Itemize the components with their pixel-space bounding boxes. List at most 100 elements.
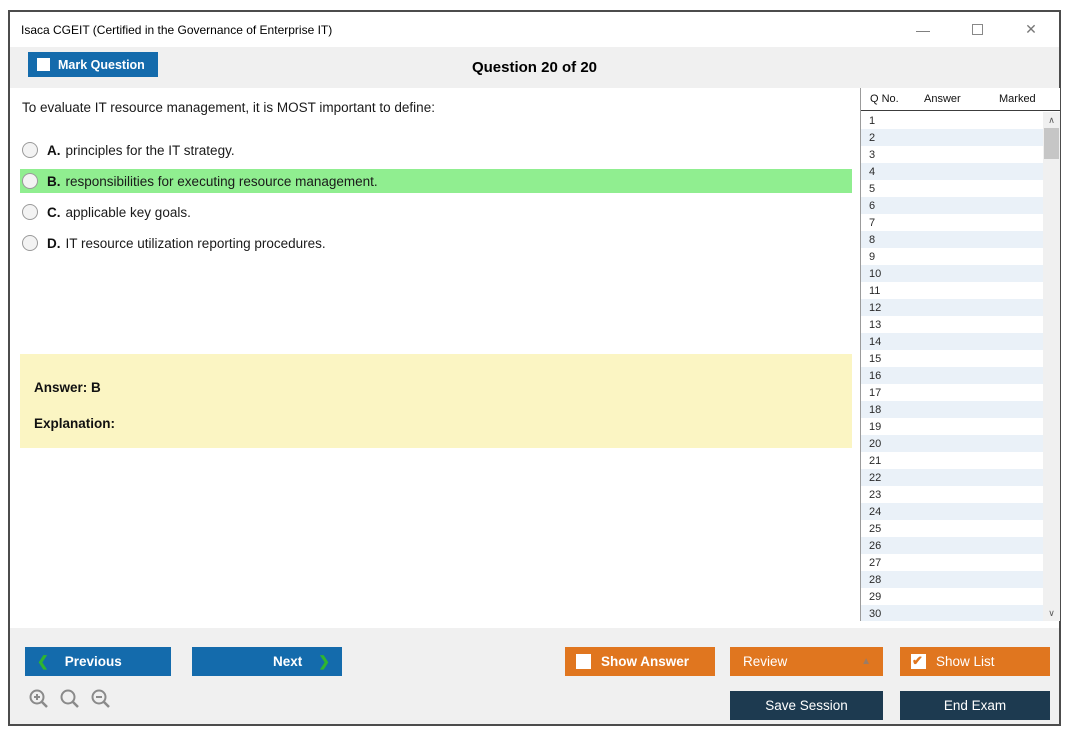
- question-number: 4: [869, 165, 876, 178]
- question-list-row[interactable]: 6: [861, 197, 1043, 214]
- question-number: 18: [869, 403, 882, 416]
- answer-box: Answer: B Explanation:: [20, 354, 852, 448]
- show-list-label: Show List: [936, 654, 995, 669]
- option-letter: B.: [47, 173, 61, 189]
- question-list-row[interactable]: 11: [861, 282, 1043, 299]
- question-list-row[interactable]: 13: [861, 316, 1043, 333]
- question-list-row[interactable]: 20: [861, 435, 1043, 452]
- question-text: To evaluate IT resource management, it i…: [22, 100, 435, 115]
- option-a[interactable]: A. principles for the IT strategy.: [20, 138, 852, 162]
- question-number: 6: [869, 199, 876, 212]
- question-number: 24: [869, 505, 882, 518]
- show-list-checkbox[interactable]: [911, 653, 926, 669]
- close-button[interactable]: ✕: [1021, 21, 1041, 38]
- question-list-row[interactable]: 1: [861, 112, 1043, 129]
- previous-button[interactable]: ❮ Previous: [25, 647, 171, 676]
- question-number: 29: [869, 590, 882, 603]
- question-list-row[interactable]: 30: [861, 605, 1043, 621]
- question-list-row[interactable]: 27: [861, 554, 1043, 571]
- zoom-reset-icon[interactable]: [59, 688, 81, 710]
- option-letter: D.: [47, 235, 61, 251]
- review-button[interactable]: Review ▲: [730, 647, 883, 676]
- option-b[interactable]: B. responsibilities for executing resour…: [20, 169, 852, 193]
- question-number: 19: [869, 420, 882, 433]
- question-list-row[interactable]: 15: [861, 350, 1043, 367]
- question-list-row[interactable]: 26: [861, 537, 1043, 554]
- next-button[interactable]: Next ❯: [192, 647, 342, 676]
- scroll-up-button[interactable]: ∧: [1043, 112, 1060, 128]
- save-session-button[interactable]: Save Session: [730, 691, 883, 720]
- scroll-thumb[interactable]: [1044, 128, 1059, 159]
- question-list-row[interactable]: 2: [861, 129, 1043, 146]
- question-list-row[interactable]: 23: [861, 486, 1043, 503]
- question-list-row[interactable]: 4: [861, 163, 1043, 180]
- question-number: 15: [869, 352, 882, 365]
- question-number: 23: [869, 488, 882, 501]
- question-number: 8: [869, 233, 876, 246]
- question-list-row[interactable]: 19: [861, 418, 1043, 435]
- mark-question-label: Mark Question: [58, 57, 145, 72]
- question-number: 22: [869, 471, 882, 484]
- question-number: 20: [869, 437, 882, 450]
- answer-label: Answer: B: [34, 380, 101, 395]
- previous-label: Previous: [64, 654, 122, 669]
- question-list-row[interactable]: 12: [861, 299, 1043, 316]
- mark-question-checkbox[interactable]: [37, 58, 50, 71]
- footer-bar: ❮ Previous Next ❯ Show Answer Review ▲ S…: [10, 628, 1059, 724]
- option-d-radio[interactable]: [22, 235, 38, 251]
- question-list-row[interactable]: 7: [861, 214, 1043, 231]
- question-list-row[interactable]: 3: [861, 146, 1043, 163]
- scroll-down-button[interactable]: ∨: [1043, 605, 1060, 621]
- question-number: 17: [869, 386, 882, 399]
- question-list-row[interactable]: 9: [861, 248, 1043, 265]
- option-d[interactable]: D. IT resource utilization reporting pro…: [20, 231, 852, 255]
- minimize-button[interactable]: —: [913, 22, 933, 38]
- question-area: To evaluate IT resource management, it i…: [10, 88, 1060, 628]
- question-list-row[interactable]: 18: [861, 401, 1043, 418]
- zoom-controls: [28, 688, 112, 710]
- question-number: 3: [869, 148, 876, 161]
- show-list-button[interactable]: Show List: [900, 647, 1050, 676]
- question-list-row[interactable]: 22: [861, 469, 1043, 486]
- window-controls: — ✕: [913, 12, 1041, 47]
- column-header-qno: Q No.: [870, 93, 899, 105]
- column-header-answer: Answer: [924, 93, 961, 105]
- scrollbar-track[interactable]: ∧ ∨: [1043, 112, 1060, 621]
- question-list-row[interactable]: 25: [861, 520, 1043, 537]
- chevron-right-icon: ❯: [318, 653, 330, 669]
- triangle-up-icon: ▲: [861, 656, 871, 667]
- question-list-row[interactable]: 10: [861, 265, 1043, 282]
- maximize-icon: [971, 23, 983, 35]
- question-list-row[interactable]: 28: [861, 571, 1043, 588]
- mark-question-button[interactable]: Mark Question: [28, 52, 158, 77]
- show-answer-checkbox[interactable]: [576, 654, 591, 669]
- question-list-row[interactable]: 14: [861, 333, 1043, 350]
- end-exam-button[interactable]: End Exam: [900, 691, 1050, 720]
- question-list-row[interactable]: 29: [861, 588, 1043, 605]
- option-c-radio[interactable]: [22, 204, 38, 220]
- question-list-row[interactable]: 5: [861, 180, 1043, 197]
- question-list-row[interactable]: 24: [861, 503, 1043, 520]
- question-list-row[interactable]: 17: [861, 384, 1043, 401]
- question-list-row[interactable]: 21: [861, 452, 1043, 469]
- question-number: 26: [869, 539, 882, 552]
- option-c[interactable]: C. applicable key goals.: [20, 200, 852, 224]
- option-a-radio[interactable]: [22, 142, 38, 158]
- question-list-row[interactable]: 16: [861, 367, 1043, 384]
- maximize-button[interactable]: [967, 22, 987, 38]
- show-answer-button[interactable]: Show Answer: [565, 647, 715, 676]
- question-number: 28: [869, 573, 882, 586]
- question-number: 11: [869, 284, 881, 297]
- question-number: 1: [869, 114, 876, 127]
- question-counter: Question 20 of 20: [471, 59, 598, 76]
- column-header-marked: Marked: [999, 93, 1036, 105]
- question-list-header: Q No. Answer Marked: [861, 88, 1060, 111]
- zoom-in-icon[interactable]: [28, 688, 50, 710]
- question-number: 21: [869, 454, 882, 467]
- question-number: 14: [869, 335, 882, 348]
- option-text: applicable key goals.: [65, 204, 191, 220]
- explanation-label: Explanation:: [34, 416, 116, 431]
- option-b-radio[interactable]: [22, 173, 38, 189]
- question-list-row[interactable]: 8: [861, 231, 1043, 248]
- zoom-out-icon[interactable]: [90, 688, 112, 710]
